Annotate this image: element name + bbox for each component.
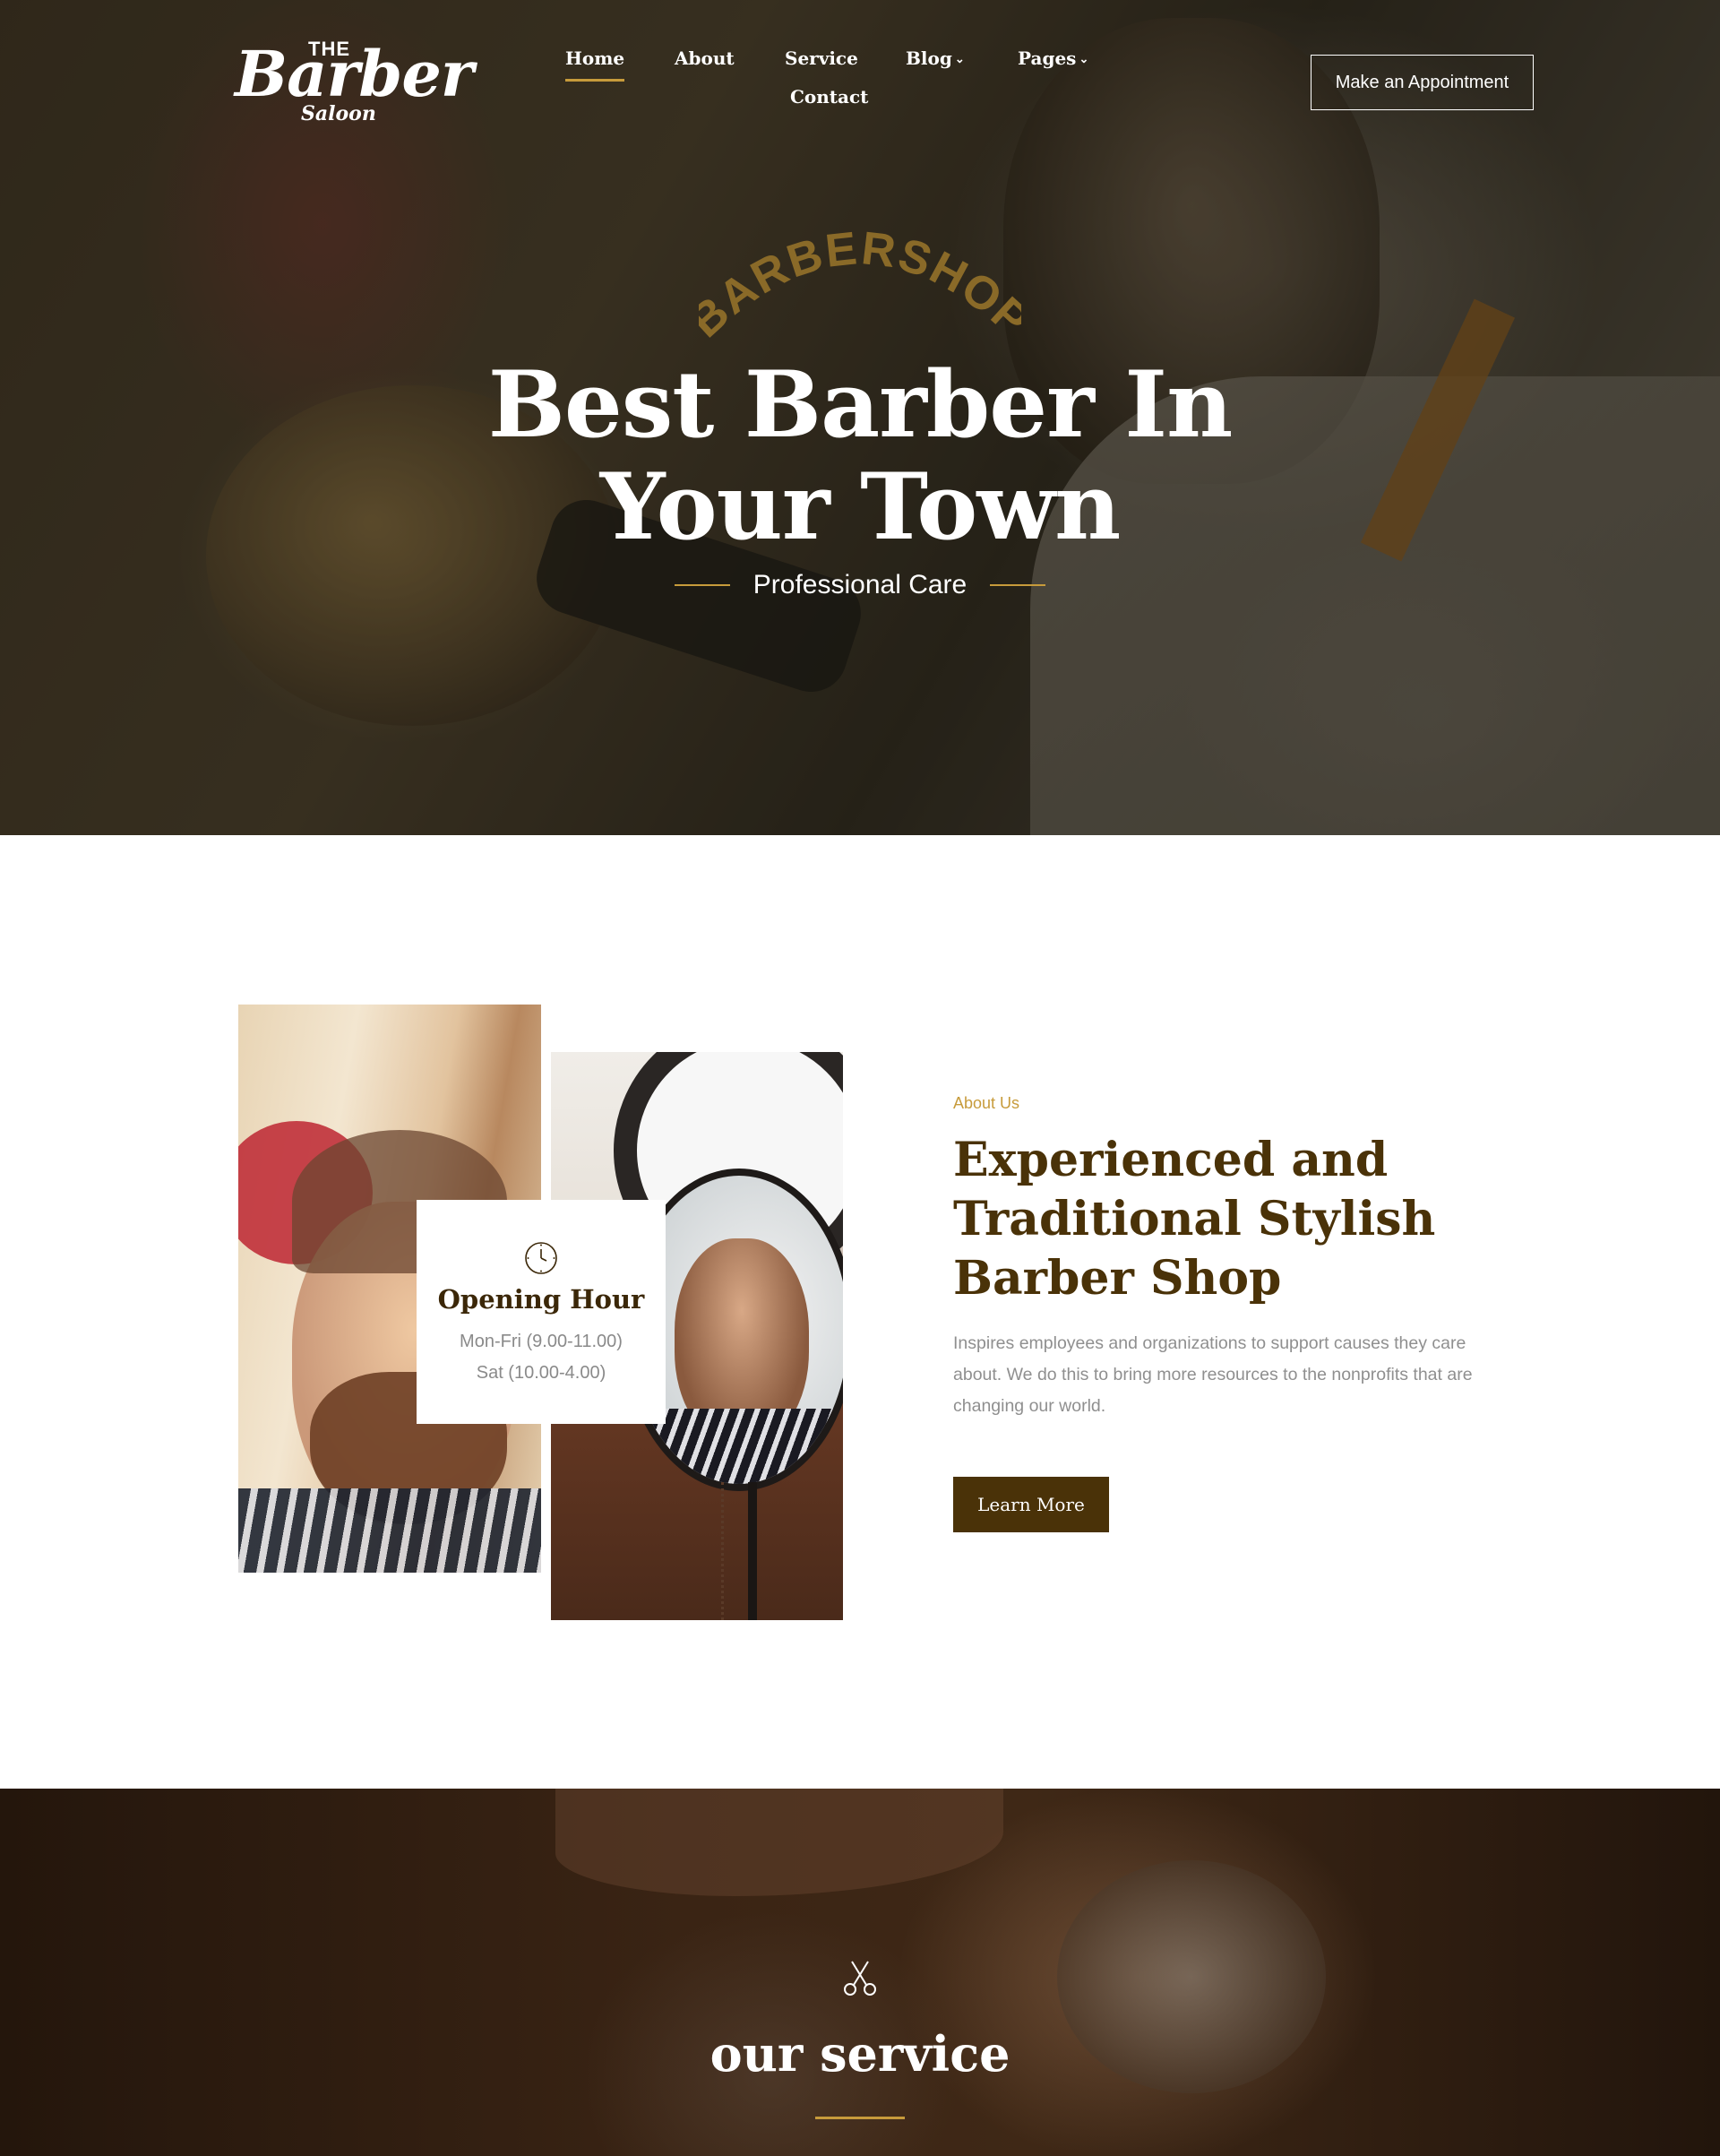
logo-main-text: Barber [235, 37, 474, 111]
hero-title: Best Barber In Your Town [412, 354, 1308, 558]
chevron-down-icon: ⌄ [1079, 53, 1089, 66]
service-hand-shape [555, 1789, 1003, 1896]
service-title-underline [815, 2117, 905, 2119]
divider-line [674, 584, 730, 586]
photo-shirt-shape [238, 1488, 541, 1573]
hero-title-line1: Best Barber In [487, 351, 1234, 459]
nav-item-label: Home [565, 47, 625, 69]
opening-hours-saturday: Sat (10.00-4.00) [476, 1363, 606, 1383]
arc-badge-text: BARBERSHOP [699, 222, 1021, 341]
nav-item-label: Pages [1018, 47, 1077, 69]
learn-more-button[interactable]: Learn More [953, 1477, 1109, 1532]
about-section-label: About Us [953, 1094, 1020, 1112]
about-description: Inspires employees and organizations to … [953, 1333, 1473, 1416]
service-section: our service [0, 1789, 1720, 2156]
nav-item-label: Service [785, 47, 858, 69]
service-title: our service [710, 2025, 1010, 2083]
nav-item-label: Contact [790, 86, 869, 108]
about-heading: Experienced and Traditional Stylish Barb… [953, 1131, 1455, 1308]
nav-item-blog[interactable]: Blog ⌄ [906, 47, 965, 69]
nav-item-label: Blog [906, 47, 952, 69]
about-heading-line2: Traditional Stylish [953, 1192, 1436, 1246]
about-heading-line3: Barber Shop [953, 1251, 1282, 1306]
barbershop-arc-badge: BARBERSHOP [699, 222, 1021, 341]
nav-item-pages[interactable]: Pages ⌄ [1018, 47, 1088, 69]
hero-section: THE Barber Saloon Home About Service Blo… [0, 0, 1720, 835]
nav-item-contact[interactable]: Contact [790, 86, 868, 108]
about-heading-line1: Experienced and [953, 1133, 1389, 1187]
nav-item-label: About [675, 47, 735, 69]
opening-hours-weekday: Mon-Fri (9.00-11.00) [460, 1332, 623, 1351]
logo-sub-text: Saloon [301, 102, 376, 125]
make-appointment-button[interactable]: Make an Appointment [1311, 55, 1534, 110]
photo-cape-shape [639, 1409, 843, 1484]
nav-item-home[interactable]: Home [565, 47, 625, 82]
opening-hours-title: Opening Hour [437, 1284, 645, 1315]
site-logo[interactable]: THE Barber Saloon [235, 38, 474, 127]
hero-subtitle-row: Professional Care [663, 566, 1057, 604]
scissors-icon [844, 1961, 876, 1996]
hero-title-line2: Your Town [599, 453, 1122, 561]
svg-text:BARBERSHOP: BARBERSHOP [699, 222, 1021, 341]
photo-stand-shape [748, 1482, 757, 1620]
nav-item-about[interactable]: About [675, 47, 735, 69]
nav-item-service[interactable]: Service [785, 47, 858, 69]
opening-hours-card: Opening Hour Mon-Fri (9.00-11.00) Sat (1… [417, 1200, 666, 1424]
divider-line [990, 584, 1046, 586]
main-nav: Home About Service Blog ⌄ Pages ⌄ Contact [538, 45, 1111, 116]
chevron-down-icon: ⌄ [954, 53, 965, 66]
hero-subtitle: Professional Care [752, 570, 968, 599]
clock-icon [525, 1242, 557, 1274]
photo-chain-shape [721, 1482, 741, 1620]
